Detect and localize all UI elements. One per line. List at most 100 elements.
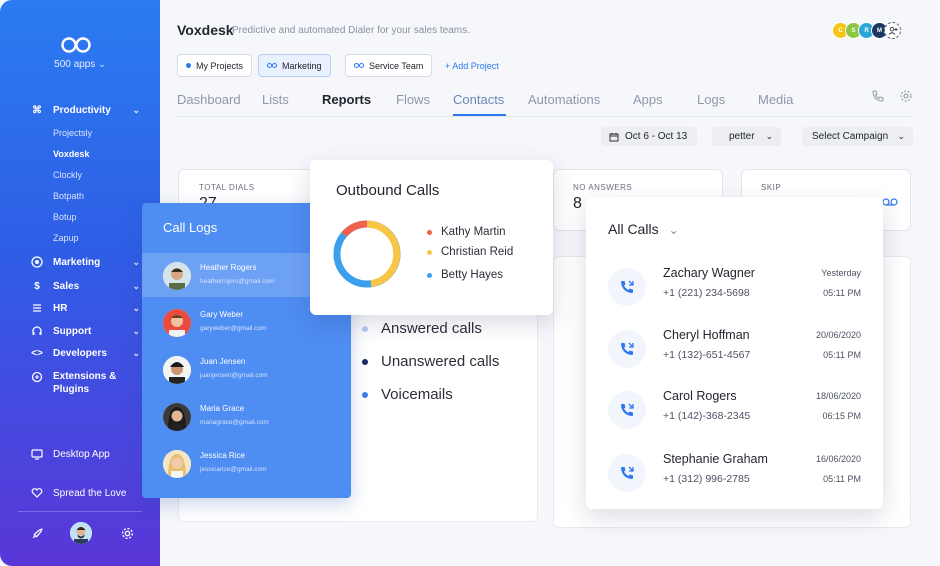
caller-name: Zachary Wagner [663, 266, 755, 280]
add-project-link[interactable]: + Add Project [445, 61, 499, 71]
legend-label: Christian Reid [441, 246, 514, 258]
all-calls-dropdown[interactable]: All Calls ⌄ [608, 221, 679, 237]
tabs-divider [177, 116, 912, 117]
campaign-value: Select Campaign [812, 131, 889, 142]
sub-item-botpath[interactable]: Botpath [53, 191, 84, 201]
chevron-down-icon: ⌄ [132, 104, 140, 115]
code-icon: <> [31, 347, 43, 359]
nav-sales[interactable]: $ Sales ⌄ [30, 278, 140, 294]
500apps-logo-icon[interactable] [60, 36, 92, 54]
call-row[interactable]: Stephanie Graham +1 (312) 996-2785 16/06… [586, 446, 883, 496]
add-user-icon[interactable] [884, 22, 901, 39]
apps-switcher[interactable]: 500 apps ⌄ [0, 59, 160, 70]
tab-reports[interactable]: Reports [322, 92, 371, 107]
nav-label: Support [53, 325, 92, 337]
avatar [163, 450, 191, 478]
call-date: 16/06/2020 [815, 454, 861, 464]
legend-voicemails: Voicemails [362, 386, 453, 403]
call-row[interactable]: Cheryl Hoffman +1 (132)-651-4567 20/06/2… [586, 322, 883, 372]
sub-item-voxdesk[interactable]: Voxdesk [53, 149, 89, 159]
contact-name: Jessica Rice [200, 451, 245, 460]
nav-label: Spread the Love [53, 487, 127, 499]
phone-icon[interactable] [871, 89, 885, 103]
rocket-icon[interactable] [28, 524, 46, 542]
call-phone-icon [608, 268, 646, 306]
all-calls-card: All Calls ⌄ Zachary Wagner +1 (221) 234-5… [586, 197, 883, 509]
tab-logs[interactable]: Logs [697, 92, 725, 107]
call-date: Yesterday [821, 268, 861, 278]
call-row[interactable]: Carol Rogers +1 (142)-368-2345 18/06/202… [586, 383, 883, 433]
caller-phone: +1 (221) 234-5698 [663, 287, 750, 299]
call-date: 18/06/2020 [815, 391, 861, 401]
campaign-select[interactable]: Select Campaign ⌄ [802, 127, 913, 146]
nav-marketing[interactable]: Marketing ⌄ [30, 254, 140, 270]
call-log-row[interactable]: Heather Rogers heatherrojers@gmail.com [142, 253, 310, 297]
all-calls-title: All Calls [608, 221, 659, 237]
outbound-donut-chart [333, 220, 401, 288]
legend-dot [362, 391, 368, 398]
sub-item-botup[interactable]: Botup [53, 212, 77, 222]
call-time: 05:11 PM [823, 288, 861, 298]
nav-support[interactable]: Support ⌄ [30, 323, 140, 339]
chip-label: Marketing [282, 60, 322, 71]
nav-desktop-app[interactable]: Desktop App [30, 446, 140, 462]
call-log-row[interactable]: Jessica Rice jessicarice@gmail.com [142, 441, 310, 485]
app-subtitle: Predictive and automated Dialer for your… [232, 25, 470, 36]
call-row[interactable]: Zachary Wagner +1 (221) 234-5698 Yesterd… [586, 260, 883, 310]
target-icon [30, 255, 44, 269]
nav-label: HR [53, 302, 68, 314]
tab-lists[interactable]: Lists [262, 92, 289, 107]
chevron-down-icon: ⌄ [668, 223, 679, 237]
legend-dot [427, 249, 432, 255]
agent-filter[interactable]: petter ⌄ [712, 127, 781, 146]
tab-flows[interactable]: Flows [396, 92, 430, 107]
contact-email: mariagrace@gmail.com [200, 419, 269, 426]
call-log-row[interactable]: Maria Grace mariagrace@gmail.com [142, 394, 310, 438]
tab-contacts[interactable]: Contacts [453, 92, 504, 107]
nav-productivity[interactable]: ⌘ Productivity ⌄ [30, 102, 140, 118]
caller-name: Stephanie Graham [663, 452, 768, 466]
command-icon: ⌘ [32, 104, 42, 116]
chevron-down-icon: ⌄ [98, 59, 106, 69]
avatar [163, 262, 191, 290]
stat-value: 8 [573, 195, 582, 212]
call-logs-title: Call Logs [163, 220, 218, 235]
call-phone-icon [608, 330, 646, 368]
dot-icon [186, 63, 191, 68]
team-avatars[interactable]: C S R M [832, 22, 901, 39]
contact-name: Gary Weber [200, 310, 243, 319]
nav-developers[interactable]: <> Developers ⌄ [30, 345, 140, 361]
tab-apps[interactable]: Apps [633, 92, 663, 107]
contact-name: Maria Grace [200, 404, 245, 413]
contact-name: Juan Jensen [200, 357, 246, 366]
calendar-icon [609, 132, 619, 141]
gear-icon[interactable] [118, 524, 136, 542]
nav-spread-love[interactable]: Spread the Love [30, 485, 140, 501]
legend-dot [427, 272, 432, 278]
project-chip-service-team[interactable]: Service Team [345, 54, 433, 77]
sub-item-clockly[interactable]: Clockly [53, 170, 82, 180]
nav-extensions[interactable]: Extensions & Plugins [30, 370, 140, 396]
stat-label: TOTAL DIALS [199, 183, 255, 192]
avatar [163, 309, 191, 337]
tab-dashboard[interactable]: Dashboard [177, 92, 241, 107]
sub-item-zapup[interactable]: Zapup [53, 233, 79, 243]
call-log-row[interactable]: Juan Jensen juanjensen@gmail.com [142, 347, 310, 391]
dollar-icon: $ [34, 280, 40, 292]
caller-name: Carol Rogers [663, 389, 737, 403]
chevron-down-icon: ⌄ [132, 347, 140, 358]
tab-media[interactable]: Media [758, 92, 793, 107]
call-log-row[interactable]: Gary Weber garyweber@gmail.com [142, 300, 310, 344]
legend-label: Voicemails [381, 386, 453, 403]
nav-hr[interactable]: HR ⌄ [30, 300, 140, 316]
date-range-filter[interactable]: Oct 6 - Oct 13 [601, 127, 697, 146]
project-chip-marketing[interactable]: Marketing [258, 54, 331, 77]
sub-item-projectsly[interactable]: Projectsly [53, 128, 92, 138]
project-chip-my-projects[interactable]: My Projects [177, 54, 253, 77]
outbound-title: Outbound Calls [336, 182, 440, 199]
user-avatar[interactable] [70, 522, 92, 544]
settings-icon[interactable] [899, 89, 913, 103]
nav-label: Developers [53, 347, 107, 359]
chevron-down-icon: ⌄ [132, 302, 140, 313]
tab-automations[interactable]: Automations [528, 92, 600, 107]
